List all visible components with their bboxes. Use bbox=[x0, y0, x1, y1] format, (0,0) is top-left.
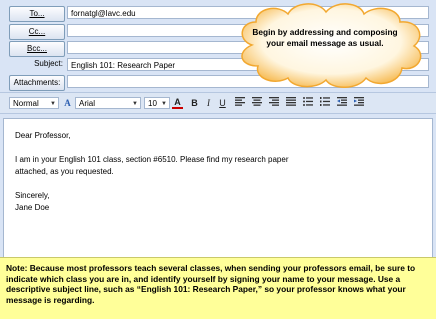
email-compose-window: To... fornatgl@lavc.edu Cc... Bcc... Sub… bbox=[0, 0, 436, 319]
numbered-list-icon[interactable] bbox=[319, 97, 330, 109]
cc-button[interactable]: Cc... bbox=[9, 24, 65, 40]
subject-label: Subject: bbox=[34, 59, 63, 68]
decrease-indent-icon[interactable] bbox=[336, 97, 347, 109]
body-line-2: attached, as you requested. bbox=[15, 167, 114, 176]
chevron-down-icon: ▼ bbox=[161, 101, 167, 107]
chevron-down-icon: ▼ bbox=[132, 101, 138, 107]
bcc-button[interactable]: Bcc... bbox=[9, 41, 65, 57]
chevron-down-icon: ▼ bbox=[50, 101, 56, 107]
callout-text: Begin by addressing and composing your e… bbox=[252, 27, 398, 48]
style-select-value: Normal bbox=[13, 99, 39, 108]
italic-button[interactable]: I bbox=[203, 97, 214, 109]
message-body[interactable]: Dear Professor, I am in your English 101… bbox=[3, 118, 433, 260]
font-select-value: Arial bbox=[79, 99, 96, 108]
bcc-button-label: Bcc... bbox=[26, 44, 47, 53]
style-select[interactable]: Normal ▼ bbox=[9, 97, 59, 109]
font-select[interactable]: Arial ▼ bbox=[75, 97, 141, 109]
to-button-label: To... bbox=[29, 9, 45, 18]
to-button[interactable]: To... bbox=[9, 6, 65, 22]
align-center-icon[interactable] bbox=[251, 97, 262, 109]
greeting-line: Dear Professor, bbox=[15, 131, 71, 140]
underline-button[interactable]: U bbox=[217, 97, 228, 109]
increase-indent-icon[interactable] bbox=[353, 97, 364, 109]
size-select[interactable]: 10 ▼ bbox=[144, 97, 170, 109]
size-select-value: 10 bbox=[148, 99, 157, 108]
font-icon: A bbox=[64, 98, 71, 108]
formatting-toolbar: Normal ▼ A Arial ▼ 10 ▼ A B I U bbox=[0, 92, 436, 114]
bold-button[interactable]: B bbox=[189, 97, 200, 109]
note-text: Note: Because most professors teach seve… bbox=[6, 263, 416, 305]
signature-line: Jane Doe bbox=[15, 203, 50, 212]
body-line-1: I am in your English 101 class, section … bbox=[15, 155, 289, 164]
align-left-icon[interactable] bbox=[234, 97, 245, 109]
align-right-icon[interactable] bbox=[268, 97, 279, 109]
note-box: Note: Because most professors teach seve… bbox=[0, 257, 436, 319]
closing-line: Sincerely, bbox=[15, 191, 50, 200]
cc-button-label: Cc... bbox=[28, 27, 46, 36]
attachments-button[interactable]: Attachments: bbox=[9, 75, 65, 91]
justify-icon[interactable] bbox=[285, 97, 296, 109]
bullet-list-icon[interactable] bbox=[302, 97, 313, 109]
font-color-icon[interactable]: A bbox=[172, 97, 183, 109]
